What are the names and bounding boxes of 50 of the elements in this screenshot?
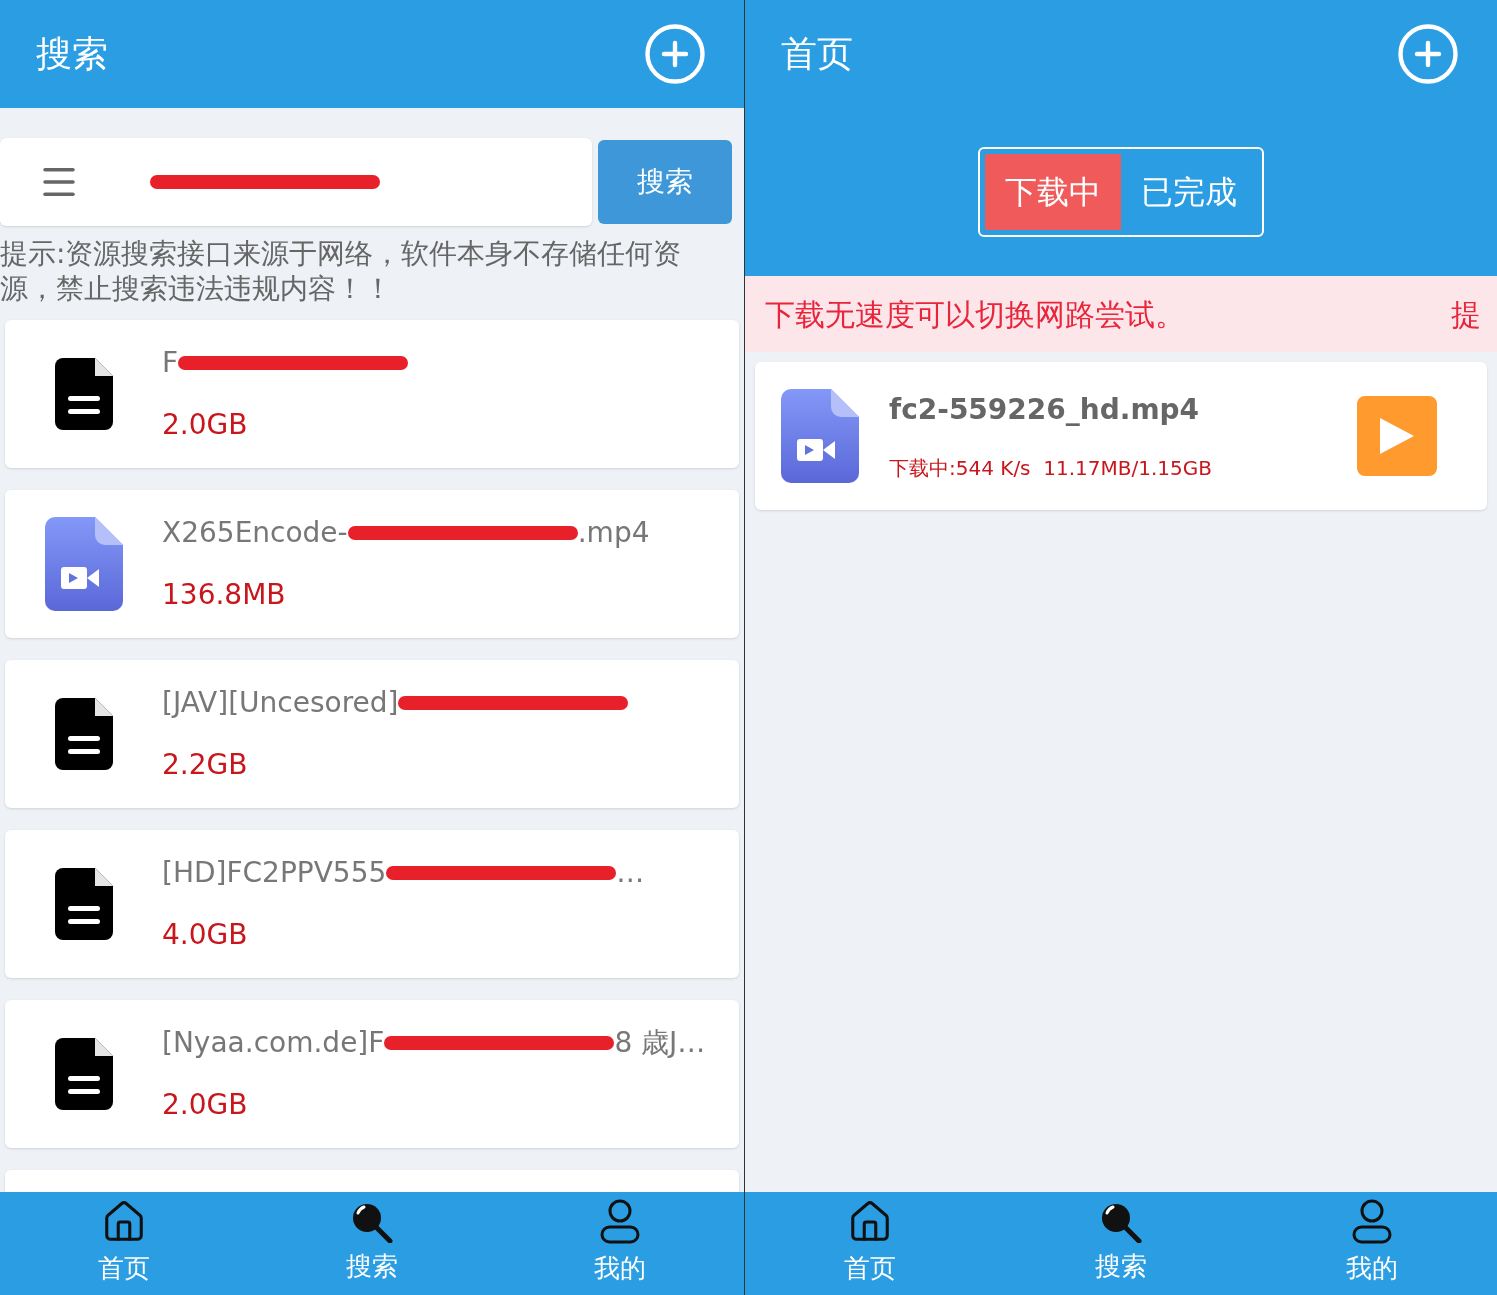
file-name: fc2-559226_hd.mp4 — [889, 392, 1201, 428]
nav-tab[interactable]: 我的 — [1246, 1192, 1497, 1295]
search-icon — [1099, 1201, 1143, 1243]
nav-tab[interactable]: 首页 — [745, 1192, 996, 1295]
file-size: 2.0GB — [162, 1087, 249, 1123]
notice-text: 下载无速度可以切换网路尝试。 — [765, 295, 1185, 334]
search-icon — [350, 1201, 394, 1243]
nav-tab[interactable]: 搜索 — [248, 1192, 496, 1295]
notice-text: 提 — [1451, 295, 1481, 334]
status-tab[interactable]: 已完成 — [1121, 154, 1257, 230]
file-title: [HD]FC2PPV555 — [162, 855, 387, 891]
file-size: 136.8MB — [162, 577, 287, 613]
screen-title: 搜索 — [36, 32, 108, 76]
download-status: 下载中:544 K/s 11.17MB/1.15GB — [889, 455, 1213, 482]
user-icon — [1350, 1199, 1393, 1245]
document-icon — [54, 698, 113, 770]
status-tab[interactable]: 下载中 — [985, 154, 1121, 230]
file-size: 2.2GB — [162, 747, 249, 783]
result-card[interactable]: [Nyaa.com.de]F 8 歳J… 2.0GB — [5, 1000, 739, 1148]
video-file-icon — [44, 517, 123, 611]
add-button[interactable] — [642, 21, 708, 87]
file-size: 4.0GB — [162, 917, 249, 953]
play-button[interactable] — [1357, 396, 1437, 476]
file-title: .mp4 — [577, 515, 650, 551]
nav-tab[interactable]: 搜索 — [995, 1192, 1247, 1295]
hint-text: 提示:资源搜索接口来源于网络，软件本身不存储任何资源，禁止搜索违法违规内容！！ — [0, 236, 683, 306]
file-title: X265Encode- — [162, 515, 348, 551]
download-card[interactable]: fc2-559226_hd.mp4 下载中:544 K/s 11.17MB/1.15GB — [755, 362, 1487, 510]
document-icon — [54, 358, 113, 430]
file-title: 8 歳J… — [614, 1025, 706, 1061]
document-icon — [54, 1038, 113, 1110]
video-file-icon — [781, 389, 859, 483]
file-size: 2.0GB — [162, 407, 249, 443]
nav-tab[interactable]: 我的 — [496, 1192, 744, 1295]
nav-tab[interactable]: 首页 — [0, 1192, 248, 1295]
user-icon — [599, 1199, 641, 1245]
result-card[interactable]: F 2.0GB — [5, 320, 739, 468]
result-card[interactable]: [JAV][Uncesored] 2.2GB — [5, 660, 739, 808]
file-title: F — [162, 345, 179, 381]
file-title: [JAV][Uncesored] — [162, 685, 399, 721]
file-title: [Nyaa.com.de]F — [162, 1025, 385, 1061]
add-button[interactable] — [1395, 21, 1461, 87]
play-icon — [1378, 416, 1416, 456]
file-title: … — [616, 855, 645, 891]
document-icon — [54, 868, 113, 940]
search-button[interactable]: 搜索 — [598, 140, 732, 224]
result-card[interactable]: [HD]FC2PPV555 … 4.0GB — [5, 830, 739, 978]
screen-title: 首页 — [781, 32, 853, 76]
search-field[interactable] — [0, 138, 592, 226]
result-card[interactable]: X265Encode- .mp4 136.8MB — [5, 490, 739, 638]
